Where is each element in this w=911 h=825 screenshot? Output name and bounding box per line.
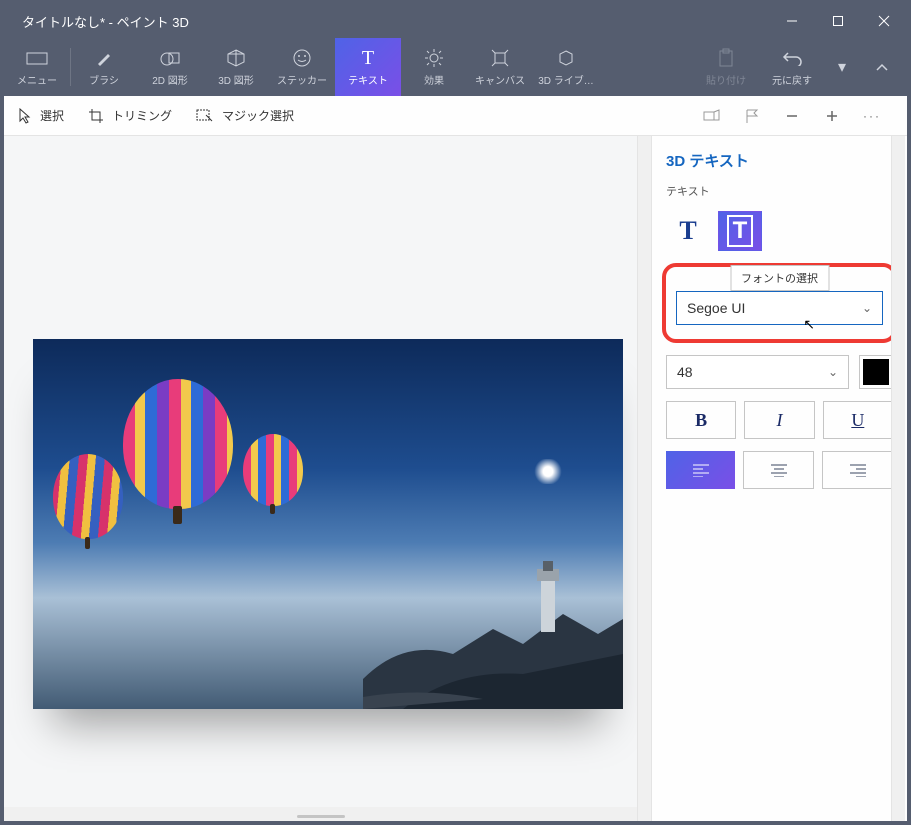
text-mode-row: T T — [666, 211, 893, 251]
titlebar: タイトルなし* - ペイント 3D — [4, 4, 907, 38]
magic-label: マジック選択 — [222, 107, 294, 124]
text-2d-mode-button[interactable]: T — [666, 211, 710, 251]
balloon-graphic — [53, 454, 123, 539]
balloon-graphic — [123, 379, 233, 509]
window-title: タイトルなし* - ペイント 3D — [4, 12, 769, 31]
ribbon-label: キャンバス — [475, 72, 525, 87]
body: 3D テキスト テキスト T T フォントの選択 Segoe UI ⌄ ↖ 48… — [4, 136, 907, 821]
text-icon: T — [362, 47, 374, 69]
ribbon-effects[interactable]: 効果 — [401, 38, 467, 96]
window-controls — [769, 4, 907, 38]
font-value: Segoe UI — [687, 300, 745, 316]
ribbon-label: ステッカー — [277, 72, 327, 87]
collapse-ribbon-button[interactable] — [865, 50, 899, 84]
select-tool[interactable]: 選択 — [18, 107, 64, 124]
canvas-scrollbar-horizontal[interactable] — [4, 807, 637, 821]
font-select-highlight: フォントの選択 Segoe UI ⌄ ↖ — [662, 263, 897, 343]
panel-text-label: テキスト — [666, 183, 893, 199]
ribbon-text[interactable]: T テキスト — [335, 38, 401, 96]
crop-icon — [88, 108, 104, 124]
paste-icon — [717, 47, 735, 69]
magic-select-icon — [196, 109, 214, 123]
crop-tool[interactable]: トリミング — [88, 107, 172, 124]
underline-button[interactable]: U — [823, 401, 893, 439]
text-color-swatch[interactable] — [859, 355, 893, 389]
ribbon-label: 3D ライブ… — [538, 72, 594, 87]
sticker-icon — [292, 47, 312, 69]
light-glow — [533, 459, 563, 484]
zoom-in-button[interactable] — [823, 107, 841, 125]
history-dropdown[interactable]: ▾ — [825, 50, 859, 84]
effects-icon — [424, 47, 444, 69]
text-align-row — [666, 451, 893, 489]
ribbon: メニュー ブラシ 2D 図形 3D 図形 ステッカー T テキスト 効果 — [4, 38, 907, 96]
canvas-scrollbar-vertical[interactable] — [637, 136, 651, 821]
size-value: 48 — [677, 364, 693, 380]
ribbon-label: 元に戻す — [772, 72, 812, 87]
font-size-row: 48 ⌄ — [666, 355, 893, 389]
text-style-row: B I U — [666, 401, 893, 439]
text-3d-mode-button[interactable]: T — [718, 211, 762, 251]
library-icon — [556, 47, 576, 69]
canvas-image[interactable] — [33, 339, 623, 709]
crop-label: トリミング — [112, 107, 172, 124]
chevron-down-icon: ⌄ — [828, 365, 838, 379]
font-tooltip: フォントの選択 — [730, 265, 829, 291]
ribbon-undo[interactable]: 元に戻す — [759, 38, 825, 96]
side-panel: 3D テキスト テキスト T T フォントの選択 Segoe UI ⌄ ↖ 48… — [651, 136, 907, 821]
ribbon-label: 効果 — [424, 72, 444, 87]
panel-scrollbar-vertical[interactable] — [891, 136, 905, 821]
lighthouse-graphic — [363, 559, 623, 709]
align-center-button[interactable] — [743, 451, 814, 489]
minimize-button[interactable] — [769, 4, 815, 38]
magic-select-tool[interactable]: マジック選択 — [196, 107, 294, 124]
color-preview — [863, 359, 889, 385]
ribbon-3d-library[interactable]: 3D ライブ… — [533, 38, 599, 96]
align-left-button[interactable] — [666, 451, 735, 489]
ribbon-label: メニュー — [17, 72, 57, 87]
chevron-down-icon: ⌄ — [862, 301, 872, 315]
ribbon-3d-shapes[interactable]: 3D 図形 — [203, 38, 269, 96]
flag-button[interactable] — [743, 107, 761, 125]
ribbon-menu[interactable]: メニュー — [4, 38, 70, 96]
scrollbar-thumb[interactable] — [297, 815, 345, 818]
ribbon-paste: 貼り付け — [693, 38, 759, 96]
shape2d-icon — [159, 47, 181, 69]
ribbon-end-controls: ▾ — [825, 38, 907, 96]
ribbon-stickers[interactable]: ステッカー — [269, 38, 335, 96]
canvas-area[interactable] — [4, 136, 651, 821]
brush-icon — [94, 47, 114, 69]
cursor-icon — [18, 108, 32, 124]
shape3d-icon — [226, 47, 246, 69]
canvas-icon — [490, 47, 510, 69]
undo-icon — [782, 47, 802, 69]
selection-toolbar: 選択 トリミング マジック選択 ··· — [4, 96, 907, 136]
view-3d-button[interactable] — [703, 107, 721, 125]
ribbon-brush[interactable]: ブラシ — [71, 38, 137, 96]
cursor-pointer-icon: ↖ — [803, 316, 815, 333]
ribbon-2d-shapes[interactable]: 2D 図形 — [137, 38, 203, 96]
zoom-out-button[interactable] — [783, 107, 801, 125]
font-dropdown[interactable]: Segoe UI ⌄ — [676, 291, 883, 325]
align-right-button[interactable] — [822, 451, 893, 489]
ribbon-label: テキスト — [348, 72, 388, 87]
app-window: タイトルなし* - ペイント 3D メニュー ブラシ 2D 図形 — [0, 0, 911, 825]
more-button[interactable]: ··· — [863, 107, 881, 125]
bold-button[interactable]: B — [666, 401, 736, 439]
ribbon-label: 貼り付け — [706, 72, 746, 87]
balloon-graphic — [243, 434, 303, 506]
close-button[interactable] — [861, 4, 907, 38]
menu-icon — [26, 47, 48, 69]
panel-title: 3D テキスト — [666, 150, 893, 171]
ribbon-label: 2D 図形 — [152, 72, 188, 87]
ribbon-label: 3D 図形 — [218, 72, 254, 87]
ribbon-canvas[interactable]: キャンバス — [467, 38, 533, 96]
font-size-dropdown[interactable]: 48 ⌄ — [666, 355, 849, 389]
ribbon-label: ブラシ — [89, 72, 119, 87]
maximize-button[interactable] — [815, 4, 861, 38]
italic-button[interactable]: I — [744, 401, 814, 439]
select-label: 選択 — [40, 107, 64, 124]
